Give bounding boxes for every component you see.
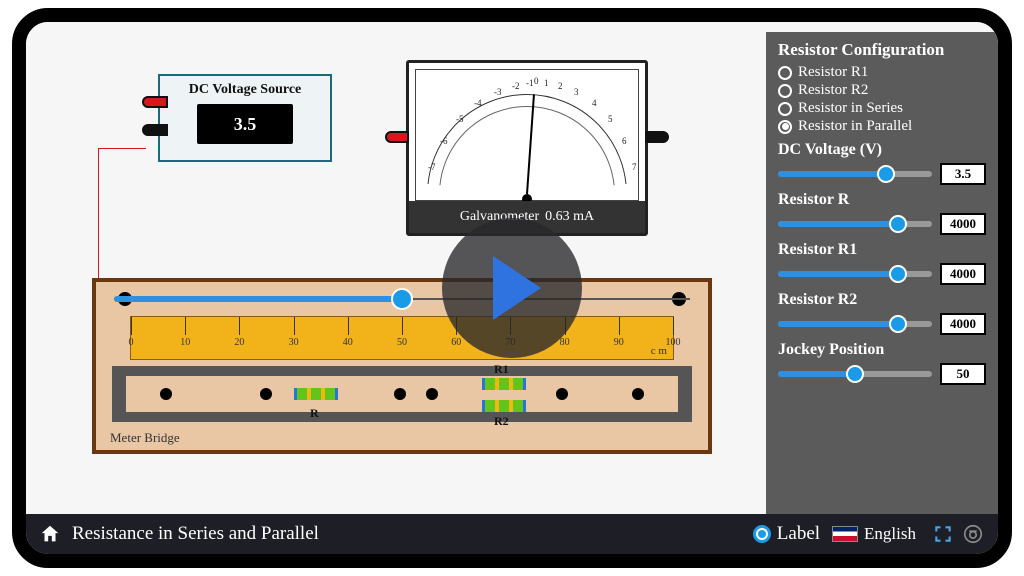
dc-plug-positive	[142, 96, 168, 108]
control-resistor-r2: Resistor R2 4000	[778, 291, 986, 335]
label-toggle[interactable]: Label	[753, 523, 820, 545]
control-resistor-r1: Resistor R1 4000	[778, 241, 986, 285]
control-jockey-position: Jockey Position 50	[778, 341, 986, 385]
wire	[98, 148, 146, 149]
toggle-on-icon	[753, 525, 771, 543]
circuit-area: DC Voltage Source 3.5 -7 -6 -5 -4 -3 -2 …	[26, 22, 766, 514]
value-dc-voltage[interactable]: 3.5	[940, 163, 986, 185]
dc-source-display: 3.5	[197, 104, 293, 144]
home-button[interactable]	[38, 522, 62, 546]
value-resistor-r1[interactable]: 4000	[940, 263, 986, 285]
page-title: Resistance in Series and Parallel	[72, 523, 319, 545]
slider-resistor-r[interactable]	[778, 221, 932, 227]
galvo-plug-right	[645, 131, 669, 143]
config-title: Resistor Configuration	[778, 40, 986, 60]
meter-bridge-caption: Meter Bridge	[110, 430, 180, 446]
radio-resistor-in-series[interactable]: Resistor in Series	[778, 100, 986, 117]
uk-flag-icon	[832, 526, 858, 542]
footer-bar: Resistance in Series and Parallel Label …	[26, 514, 998, 554]
control-panel: Resistor Configuration Resistor R1Resist…	[766, 32, 998, 514]
dc-voltage-source: DC Voltage Source 3.5	[158, 74, 332, 162]
resistor-r2	[482, 400, 526, 412]
radio-dot-icon	[778, 66, 792, 80]
control-dc-voltage: DC Voltage (V) 3.5	[778, 141, 986, 185]
ruler: c m 0102030405060708090100	[130, 316, 674, 360]
device-frame: DC Voltage Source 3.5 -7 -6 -5 -4 -3 -2 …	[12, 8, 1012, 568]
slider-resistor-r2[interactable]	[778, 321, 932, 327]
meter-bridge: c m 0102030405060708090100 R R1	[92, 278, 712, 454]
fullscreen-button[interactable]	[930, 521, 956, 547]
value-resistor-r2[interactable]: 4000	[940, 313, 986, 335]
jockey-track-fill	[114, 296, 402, 302]
jockey-knob[interactable]	[391, 288, 413, 310]
resistor-r	[294, 388, 338, 400]
radio-dot-icon	[778, 120, 792, 134]
value-resistor-r[interactable]: 4000	[940, 213, 986, 235]
control-resistor-r: Resistor R 4000	[778, 191, 986, 235]
slider-jockey[interactable]	[778, 371, 932, 377]
radio-resistor-in-parallel[interactable]: Resistor in Parallel	[778, 118, 986, 135]
camera-button[interactable]	[960, 521, 986, 547]
play-button[interactable]	[442, 218, 582, 358]
dc-source-title: DC Voltage Source	[160, 82, 330, 98]
value-jockey[interactable]: 50	[940, 363, 986, 385]
galvo-scale: -7 -6 -5 -4 -3 -2 -1 0 1 2 3 4 5 6 7	[415, 69, 639, 201]
language-selector[interactable]: English	[832, 524, 916, 544]
slider-dc-voltage[interactable]	[778, 171, 932, 177]
resistor-r1	[482, 378, 526, 390]
dc-plug-negative	[142, 124, 168, 136]
radio-resistor-r1[interactable]: Resistor R1	[778, 64, 986, 81]
radio-dot-icon	[778, 102, 792, 116]
galvanometer: -7 -6 -5 -4 -3 -2 -1 0 1 2 3 4 5 6 7	[406, 60, 648, 236]
slider-resistor-r1[interactable]	[778, 271, 932, 277]
radio-resistor-r2[interactable]: Resistor R2	[778, 82, 986, 99]
radio-dot-icon	[778, 84, 792, 98]
resistor-bar: R R1 R2	[112, 366, 692, 422]
play-icon	[493, 256, 541, 320]
galvo-plug-left	[385, 131, 409, 143]
